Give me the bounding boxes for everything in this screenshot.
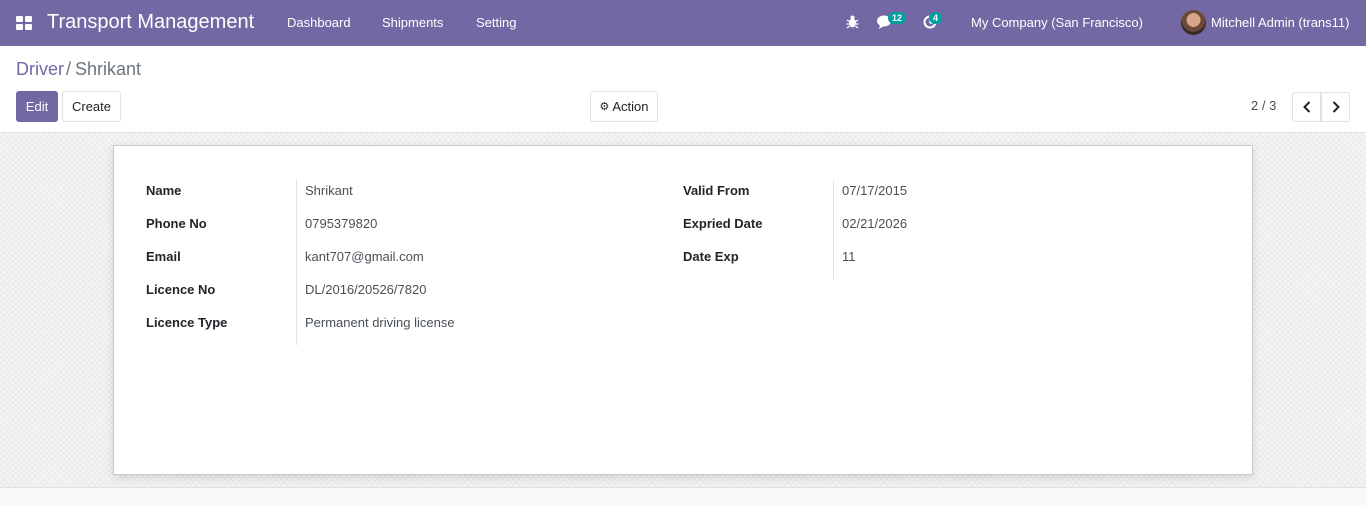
activities-badge: 4 (929, 12, 943, 24)
edit-button[interactable]: Edit (16, 91, 58, 122)
bug-icon[interactable] (846, 14, 859, 32)
breadcrumb-parent[interactable]: Driver (16, 59, 64, 79)
bottom-strip (0, 488, 1366, 505)
expiry-date-value: 02/21/2026 (842, 216, 908, 231)
chevron-left-icon (1302, 101, 1310, 113)
menu-setting[interactable]: Setting (476, 15, 516, 30)
action-label: Action (612, 99, 649, 114)
form-sheet: Name Shrikant Phone No 0795379820 Email … (113, 145, 1253, 475)
breadcrumb-separator: / (66, 59, 72, 79)
menu-shipments[interactable]: Shipments (382, 15, 443, 30)
company-switcher[interactable]: My Company (San Francisco) (971, 15, 1143, 30)
app-title[interactable]: Transport Management (47, 11, 254, 34)
phone-value: 0795379820 (305, 216, 378, 231)
expiry-date-label: Expried Date (683, 216, 763, 231)
date-exp-label: Date Exp (683, 249, 739, 264)
pager-next-button[interactable] (1321, 92, 1350, 122)
licence-type-label: Licence Type (146, 315, 228, 330)
user-avatar[interactable] (1181, 10, 1206, 35)
licence-no-value: DL/2016/20526/7820 (305, 282, 427, 297)
create-button[interactable]: Create (62, 91, 121, 122)
menu-dashboard[interactable]: Dashboard (287, 15, 351, 30)
messages-badge: 12 (888, 12, 907, 24)
pager-previous-button[interactable] (1292, 92, 1321, 122)
top-navbar: Transport Management Dashboard Shipments… (0, 0, 1366, 46)
email-value[interactable]: kant707@gmail.com (305, 249, 424, 264)
licence-type-value: Permanent driving license (305, 315, 455, 330)
name-label: Name (146, 183, 182, 198)
gear-icon: ⚙ (599, 101, 610, 113)
valid-from-value: 07/17/2015 (842, 183, 908, 198)
chevron-right-icon (1332, 101, 1340, 113)
date-exp-value: 11 (842, 249, 856, 264)
apps-menu-icon[interactable] (16, 16, 32, 30)
phone-label: Phone No (146, 216, 207, 231)
left-group-divider (296, 180, 297, 345)
pager-value[interactable]: 2 / 3 (1251, 98, 1276, 113)
action-button[interactable]: ⚙ Action (590, 91, 658, 122)
valid-from-label: Valid From (683, 183, 750, 198)
breadcrumb: Driver / Shrikant (16, 59, 141, 80)
licence-no-label: Licence No (146, 282, 216, 297)
right-group-divider (833, 180, 834, 279)
email-label: Email (146, 249, 181, 264)
breadcrumb-current: Shrikant (75, 59, 142, 79)
user-menu[interactable]: Mitchell Admin (trans11) (1211, 15, 1349, 30)
name-value: Shrikant (305, 183, 353, 198)
